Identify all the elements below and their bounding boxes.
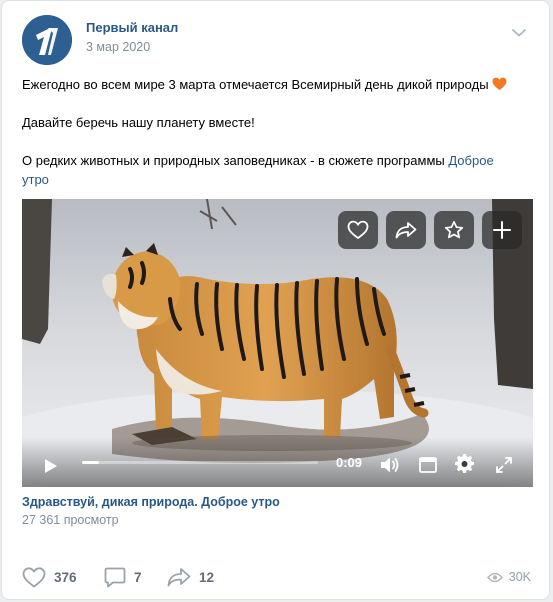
video-title-link[interactable]: Здравствуй, дикая природа. Доброе утро	[22, 495, 280, 509]
heart-outline-icon	[22, 566, 46, 588]
video-like-button[interactable]	[338, 211, 378, 249]
play-icon	[45, 459, 57, 473]
author-name[interactable]: Первый канал	[86, 20, 178, 35]
video-controls: 0:09	[22, 437, 533, 487]
star-outline-icon	[444, 220, 464, 239]
share-arrow-icon	[167, 568, 191, 587]
video-progress-bar[interactable]	[82, 461, 318, 464]
chevron-down-icon	[512, 29, 526, 37]
post-card: Первый канал 3 мар 2020 Ежегодно во всем…	[1, 0, 550, 600]
share-count: 12	[199, 569, 215, 585]
post-actions: 376 7 12 30K	[22, 563, 533, 591]
share-button[interactable]: 12	[167, 563, 214, 591]
post-text: Ежегодно во всем мире 3 марта отмечается…	[22, 75, 522, 189]
comment-button[interactable]: 7	[104, 563, 142, 591]
heart-outline-icon	[347, 220, 369, 240]
miniplayer-icon	[419, 457, 437, 473]
post-view-count: 30K	[508, 570, 531, 584]
post-text-span: О редких животных и природных заповедник…	[22, 153, 445, 168]
comment-count: 7	[134, 569, 142, 585]
video-view-count: 27 361 просмотр	[22, 513, 119, 527]
video-time: 0:09	[336, 455, 363, 470]
video-progress-fill	[82, 461, 99, 464]
channel-avatar[interactable]	[22, 15, 72, 65]
like-count: 376	[54, 569, 77, 585]
play-button[interactable]	[42, 457, 60, 475]
post-text-span: Ежегодно во всем мире 3 марта отмечается…	[22, 77, 489, 92]
video-share-button[interactable]	[386, 211, 426, 249]
video-player[interactable]: 0:09	[22, 199, 533, 487]
post-text-line: О редких животных и природных заповедник…	[22, 151, 522, 189]
volume-button[interactable]	[378, 455, 402, 475]
like-button[interactable]: 376	[22, 563, 77, 591]
eye-icon	[486, 572, 503, 582]
fullscreen-icon	[496, 457, 512, 473]
video-favorite-button[interactable]	[434, 211, 474, 249]
volume-icon	[381, 457, 399, 473]
miniplayer-button[interactable]	[418, 455, 438, 475]
post-date[interactable]: 3 мар 2020	[86, 40, 150, 54]
post-text-line: Давайте беречь нашу планету вместе!	[22, 115, 255, 130]
post-header: Первый канал 3 мар 2020	[22, 15, 533, 65]
gear-icon	[455, 454, 474, 473]
orange-heart-icon	[492, 77, 507, 90]
plus-icon	[493, 221, 511, 239]
video-add-button[interactable]	[482, 211, 522, 249]
post-text-line: Ежегодно во всем мире 3 марта отмечается…	[22, 75, 522, 94]
post-options-button[interactable]	[509, 23, 529, 43]
settings-button[interactable]	[454, 453, 476, 475]
share-arrow-icon	[395, 222, 417, 239]
channel-one-logo-icon	[22, 15, 72, 65]
fullscreen-button[interactable]	[494, 455, 514, 475]
post-views: 30K	[486, 563, 531, 591]
comment-icon	[104, 567, 126, 587]
